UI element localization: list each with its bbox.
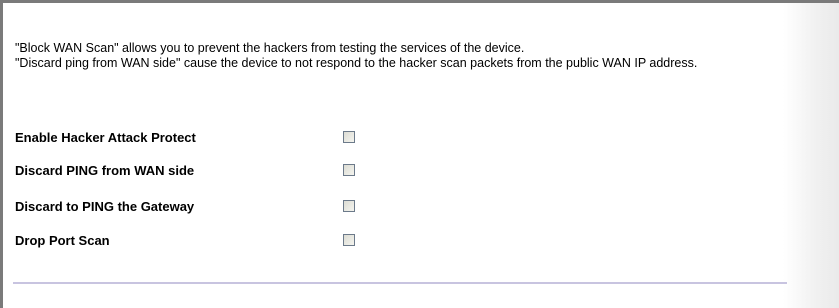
option-label: Enable Hacker Attack Protect — [15, 130, 196, 145]
hacker-attack-protect-checkbox[interactable] — [343, 131, 355, 143]
drop-port-scan-checkbox[interactable] — [343, 234, 355, 246]
discard-ping-gateway-checkbox[interactable] — [343, 200, 355, 212]
divider — [13, 282, 787, 284]
option-label: Drop Port Scan — [15, 233, 110, 248]
description-text: "Block WAN Scan" allows you to prevent t… — [15, 41, 785, 71]
description-line-2: "Discard ping from WAN side" cause the d… — [15, 56, 698, 70]
option-row-discard-ping-gateway: Discard to PING the Gateway — [3, 197, 403, 217]
description-line-1: "Block WAN Scan" allows you to prevent t… — [15, 41, 525, 55]
option-row-hacker-attack-protect: Enable Hacker Attack Protect — [3, 128, 403, 148]
option-row-discard-ping-wan: Discard PING from WAN side — [3, 161, 403, 181]
settings-panel: "Block WAN Scan" allows you to prevent t… — [0, 0, 839, 308]
discard-ping-wan-checkbox[interactable] — [343, 164, 355, 176]
option-label: Discard to PING the Gateway — [15, 199, 195, 214]
option-label: Discard PING from WAN side — [15, 163, 195, 178]
option-row-drop-port-scan: Drop Port Scan — [3, 231, 403, 251]
